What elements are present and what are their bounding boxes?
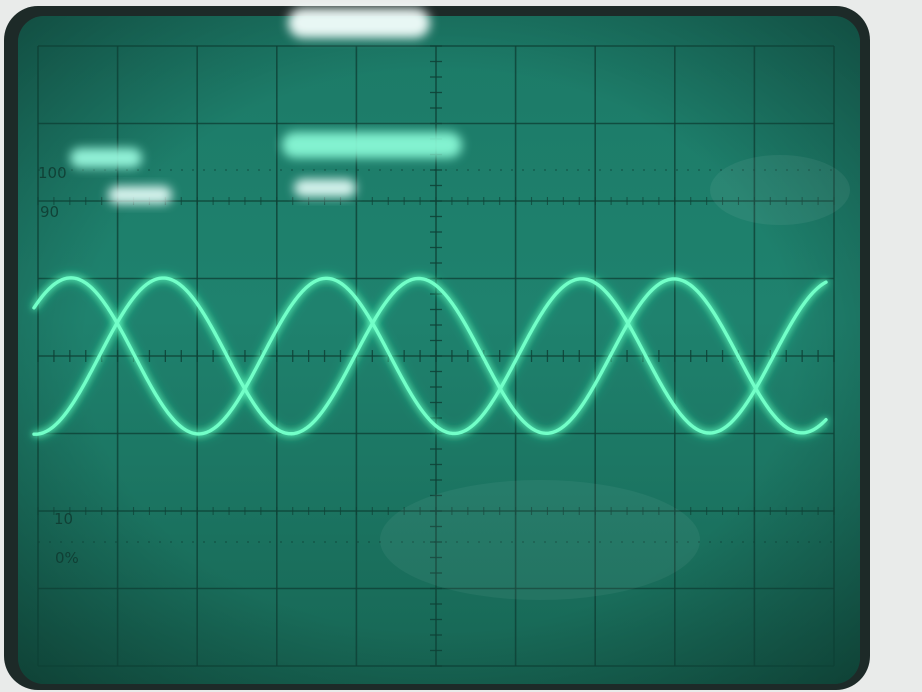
label-100: 100 (38, 164, 67, 182)
label-0-percent: 0% (55, 549, 79, 567)
label-10: 10 (54, 510, 73, 528)
label-90: 90 (40, 203, 59, 221)
oscilloscope-photo: 100 90 10 0% (0, 0, 922, 692)
